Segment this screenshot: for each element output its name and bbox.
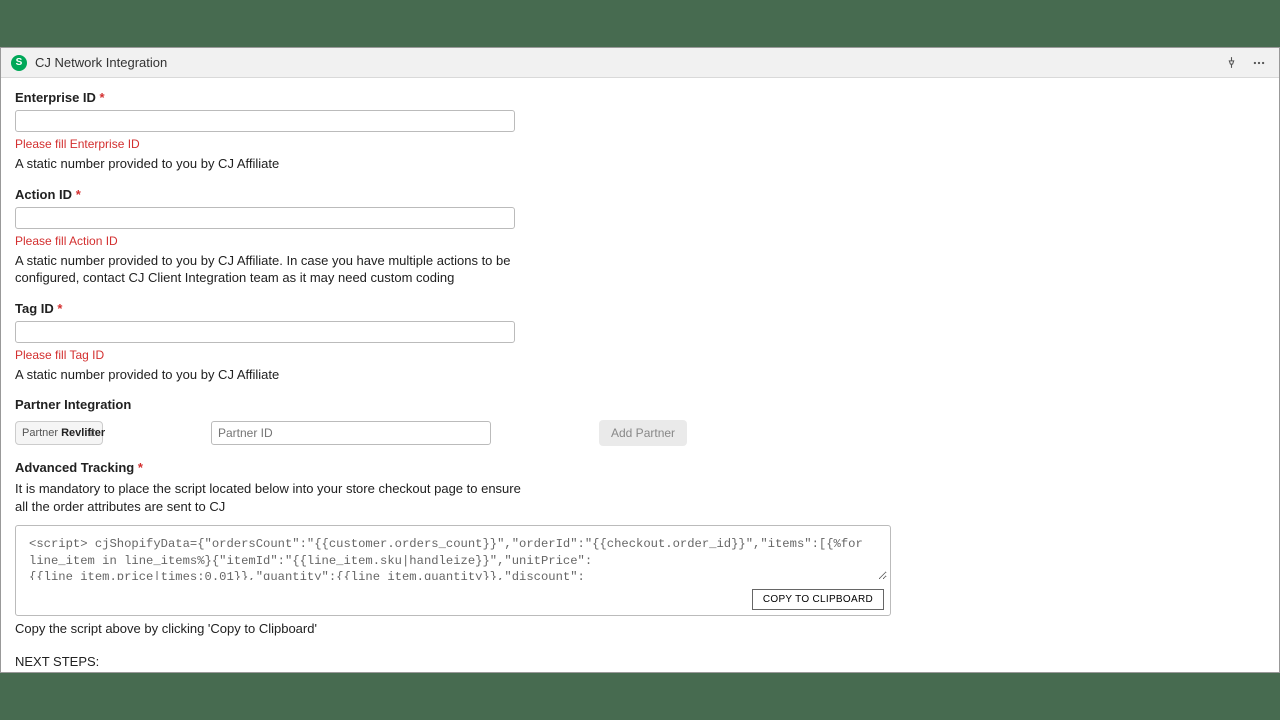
app-header: S CJ Network Integration	[1, 48, 1279, 78]
enterprise-id-label: Enterprise ID *	[15, 90, 1265, 105]
action-id-error: Please fill Action ID	[15, 234, 1265, 248]
field-label-text: Advanced Tracking	[15, 460, 134, 475]
field-label-text: Enterprise ID	[15, 90, 96, 105]
enterprise-id-input[interactable]	[15, 110, 515, 132]
add-partner-button[interactable]: Add Partner	[599, 420, 687, 446]
page-title: CJ Network Integration	[35, 55, 167, 70]
enterprise-id-help: A static number provided to you by CJ Af…	[15, 155, 535, 173]
copy-help-text: Copy the script above by clicking 'Copy …	[15, 621, 1265, 636]
tag-id-help: A static number provided to you by CJ Af…	[15, 366, 535, 384]
content-area: Enterprise ID * Please fill Enterprise I…	[1, 78, 1279, 673]
required-asterisk: *	[76, 187, 81, 202]
pin-icon[interactable]	[1221, 53, 1241, 73]
action-id-field: Action ID * Please fill Action ID A stat…	[15, 187, 1265, 287]
required-asterisk: *	[100, 90, 105, 105]
partner-integration-field: Partner Integration Partner Revlifter ⇵ …	[15, 397, 1265, 446]
partner-select-prefix: Partner	[22, 427, 58, 439]
next-steps-heading: NEXT STEPS:	[15, 654, 1265, 669]
tag-id-field: Tag ID * Please fill Tag ID A static num…	[15, 301, 1265, 384]
script-textarea[interactable]	[21, 530, 887, 580]
partner-row: Partner Revlifter ⇵ Add Partner	[15, 420, 1265, 446]
field-label-text: Tag ID	[15, 301, 54, 316]
tag-id-label: Tag ID *	[15, 301, 1265, 316]
action-id-help: A static number provided to you by CJ Af…	[15, 252, 535, 287]
tag-id-input[interactable]	[15, 321, 515, 343]
script-box: COPY TO CLIPBOARD	[15, 525, 891, 616]
app-window: S CJ Network Integration Enterprise ID *…	[0, 47, 1280, 673]
enterprise-id-error: Please fill Enterprise ID	[15, 137, 1265, 151]
advanced-tracking-field: Advanced Tracking * It is mandatory to p…	[15, 460, 1265, 673]
partner-select[interactable]: Partner Revlifter ⇵	[15, 421, 103, 445]
copy-to-clipboard-button[interactable]: COPY TO CLIPBOARD	[752, 589, 884, 610]
partner-select-value: Revlifter	[61, 427, 105, 439]
partner-id-input[interactable]	[211, 421, 491, 445]
field-label-text: Action ID	[15, 187, 72, 202]
enterprise-id-field: Enterprise ID * Please fill Enterprise I…	[15, 90, 1265, 173]
chevron-updown-icon: ⇵	[88, 428, 96, 439]
action-id-label: Action ID *	[15, 187, 1265, 202]
advanced-tracking-help: It is mandatory to place the script loca…	[15, 480, 535, 515]
more-icon[interactable]	[1249, 53, 1269, 73]
required-asterisk: *	[138, 460, 143, 475]
required-asterisk: *	[57, 301, 62, 316]
partner-integration-label: Partner Integration	[15, 397, 1265, 412]
app-logo-icon: S	[11, 55, 27, 71]
advanced-tracking-label: Advanced Tracking *	[15, 460, 1265, 475]
action-id-input[interactable]	[15, 207, 515, 229]
tag-id-error: Please fill Tag ID	[15, 348, 1265, 362]
